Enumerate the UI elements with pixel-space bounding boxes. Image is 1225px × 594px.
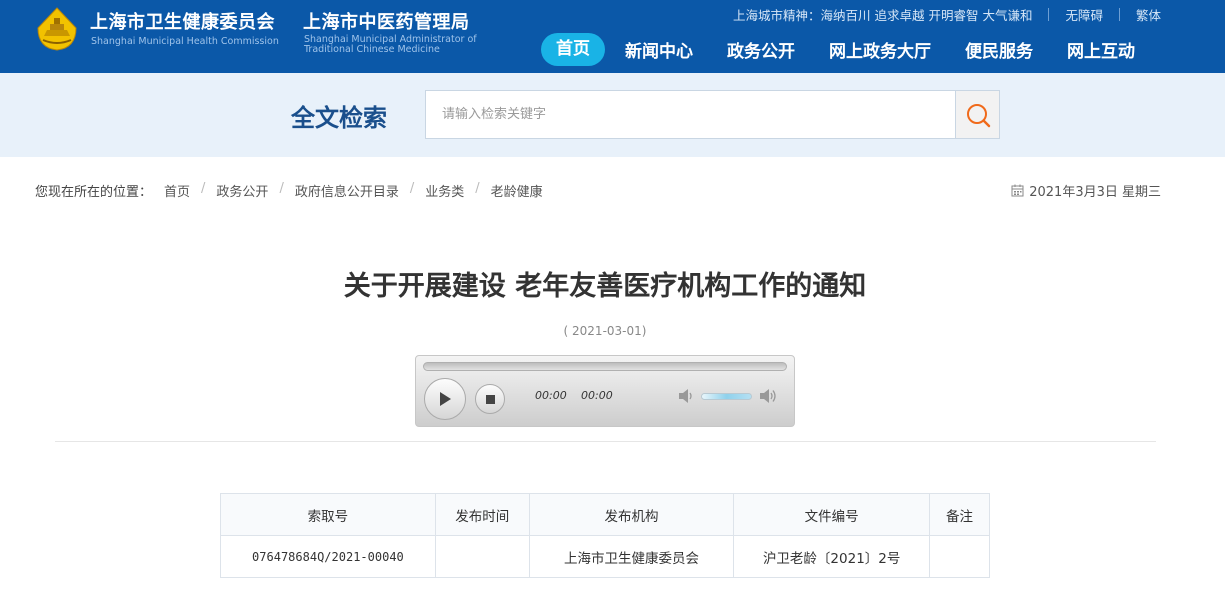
audio-duration: 00:00 [581, 389, 613, 402]
volume-mute-icon [679, 389, 692, 403]
header-publisher: 发布机构 [528, 493, 735, 536]
breadcrumb-item-business[interactable]: 业务类 [425, 181, 464, 200]
org-name-health-commission-en: Shanghai Municipal Health Commission [91, 36, 279, 47]
current-date: 2021年3月3日 星期三 [1011, 181, 1161, 200]
divider [1118, 8, 1120, 21]
article-title: 关于开展建设 老年友善医疗机构工作的通知 [343, 271, 867, 302]
city-spirit-text: 上海城市精神：海纳百川 追求卓越 开明睿智 大气谦和 [733, 8, 1033, 23]
play-icon [440, 392, 451, 406]
mute-button[interactable] [678, 388, 696, 408]
org-name-health-commission[interactable]: 上海市卫生健康委员会 [90, 8, 275, 34]
table-header-row: 索取号 发布时间 发布机构 文件编号 备注 [220, 493, 990, 536]
nav-home[interactable]: 首页 [541, 32, 605, 66]
breadcrumb: 您现在所在的位置： 首页 / 政务公开 / 政府信息公开目录 / 业务类 / 老… [35, 181, 543, 200]
nav-online-interaction[interactable]: 网上互动 [1067, 37, 1135, 62]
search-band: 全文检索 [0, 73, 1225, 157]
traditional-chinese-link[interactable]: 繁体 [1136, 5, 1161, 24]
breadcrumb-prefix: 您现在所在的位置： [35, 185, 153, 200]
logo-emblem-icon[interactable] [34, 6, 80, 52]
cell-index-number: 076478684Q/2021-00040 [220, 535, 436, 578]
content-divider [55, 441, 1156, 442]
org-name-tcm-administration-en: Shanghai Municipal Administrator of Trad… [304, 34, 477, 55]
table-row: 076478684Q/2021-00040 上海市卫生健康委员会 沪卫老龄〔20… [220, 535, 990, 578]
breadcrumb-item-home[interactable]: 首页 [164, 181, 190, 200]
stop-icon [485, 394, 495, 404]
nav-government-affairs[interactable]: 政务公开 [727, 37, 795, 62]
accessibility-link[interactable]: 无障碍 [1065, 5, 1103, 24]
top-links: 上海城市精神：海纳百川 追求卓越 开明睿智 大气谦和 无障碍 繁体 [733, 5, 1161, 24]
breadcrumb-separator: / [279, 181, 284, 196]
header-remarks: 备注 [929, 493, 990, 536]
breadcrumb-separator: / [475, 181, 480, 196]
cell-publisher: 上海市卫生健康委员会 [528, 535, 735, 578]
cell-remarks [929, 535, 990, 578]
breadcrumb-separator: / [201, 181, 206, 196]
header-index-number: 索取号 [220, 493, 436, 536]
audio-progress-bar[interactable] [423, 362, 787, 371]
org-name-tcm-administration[interactable]: 上海市中医药管理局 [303, 8, 470, 34]
play-button[interactable] [424, 378, 466, 420]
breadcrumb-item-government-affairs[interactable]: 政务公开 [216, 181, 268, 200]
calendar-icon [1011, 184, 1024, 197]
breadcrumb-item-info-catalog[interactable]: 政府信息公开目录 [295, 181, 399, 200]
volume-max-icon [760, 389, 776, 403]
document-info-table: 索取号 发布时间 发布机构 文件编号 备注 076478684Q/2021-00… [220, 493, 990, 578]
volume-slider[interactable] [701, 393, 752, 400]
search-icon [966, 103, 990, 127]
nav-news-center[interactable]: 新闻中心 [625, 37, 693, 62]
audio-player: 00:00 00:00 [415, 355, 795, 427]
current-date-text: 2021年3月3日 星期三 [1029, 185, 1161, 200]
audio-current-time: 00:00 [535, 389, 567, 402]
cell-publish-time [434, 535, 530, 578]
stop-button[interactable] [475, 384, 505, 414]
breadcrumb-separator: / [409, 181, 415, 196]
breadcrumb-item-elderly-health[interactable]: 老龄健康 [491, 181, 543, 200]
search-title: 全文检索 [291, 104, 387, 132]
search-input[interactable] [425, 90, 956, 139]
cell-document-number: 沪卫老龄〔2021〕2号 [733, 535, 931, 578]
nav-public-services[interactable]: 便民服务 [965, 37, 1033, 62]
header-publish-time: 发布时间 [434, 493, 530, 536]
search-button[interactable] [955, 90, 1000, 139]
site-header: 上海市卫生健康委员会 Shanghai Municipal Health Com… [0, 0, 1225, 73]
header-document-number: 文件编号 [733, 493, 931, 536]
volume-max-button[interactable] [759, 387, 779, 409]
nav-online-services-hall[interactable]: 网上政务大厅 [829, 37, 931, 62]
divider [1048, 8, 1050, 21]
main-nav: 首页 新闻中心 政务公开 网上政务大厅 便民服务 网上互动 [541, 32, 1135, 66]
publish-date: ( 2021-03-01) [563, 324, 647, 338]
